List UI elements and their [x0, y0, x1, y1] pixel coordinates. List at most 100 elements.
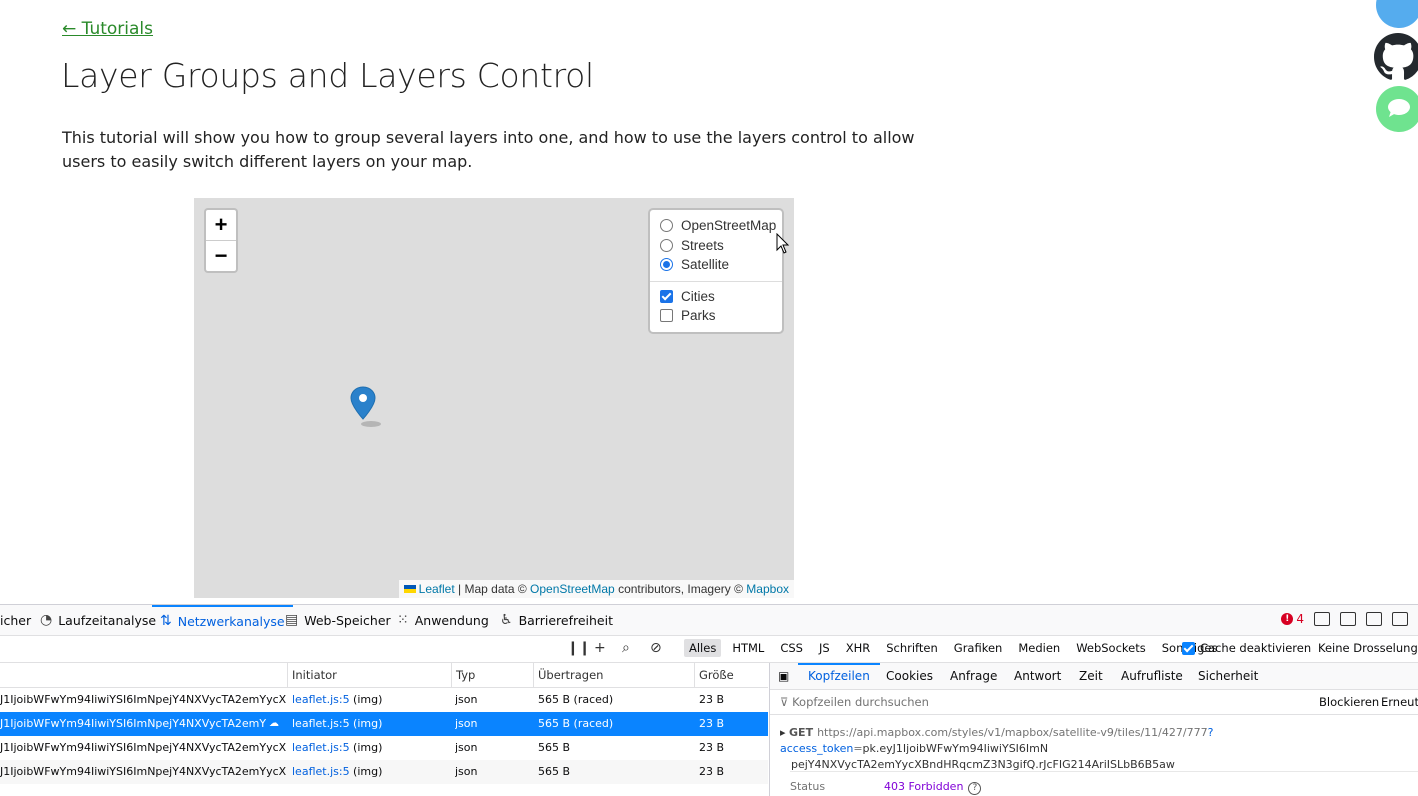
- radio-streets[interactable]: [660, 238, 673, 252]
- help-icon[interactable]: ?: [968, 782, 982, 795]
- tab-headers[interactable]: Kopfzeilen: [798, 663, 880, 691]
- filter-css[interactable]: CSS: [775, 639, 808, 657]
- filter-xhr[interactable]: XHR: [841, 639, 876, 657]
- tab-security[interactable]: Sicherheit: [1198, 663, 1258, 689]
- ruler-icon[interactable]: [1366, 612, 1382, 626]
- cell-size: 23 B: [699, 717, 725, 730]
- intro-paragraph: This tutorial will show you how to group…: [62, 128, 915, 171]
- pause-icon[interactable]: ❙❙: [567, 640, 590, 656]
- base-layer-satellite[interactable]: Satellite: [650, 255, 782, 275]
- grid-icon: ⁙: [397, 612, 409, 628]
- overlay-cities[interactable]: Cities: [650, 287, 782, 307]
- checkbox-cities[interactable]: [660, 289, 673, 303]
- disable-cache-checkbox[interactable]: [1182, 641, 1195, 655]
- add-icon[interactable]: +: [594, 640, 606, 656]
- cell-file: J1IjoibWFwYm94IiwiYSI6ImNpejY4NXVycTA2em…: [0, 693, 286, 706]
- layer-label: OpenStreetMap: [681, 218, 777, 234]
- toggle-sidebar-icon[interactable]: ▣: [778, 663, 789, 689]
- request-details-panel: ▣ Kopfzeilen Cookies Anfrage Antwort Zei…: [769, 663, 1418, 796]
- twitter-icon[interactable]: [1376, 0, 1418, 28]
- disable-cache-toggle[interactable]: Cache deaktivieren: [1182, 641, 1311, 655]
- initiator-link[interactable]: leaflet.js:5: [292, 717, 350, 730]
- tab-timings[interactable]: Zeit: [1079, 663, 1103, 689]
- table-row[interactable]: J1IjoibWFwYm94IiwiYSI6ImNpejY4NXVycTA2em…: [0, 688, 768, 712]
- table-row[interactable]: J1IjoibWFwYm94IiwiYSI6ImNpejY4NXVycTA2em…: [0, 736, 768, 760]
- initiator-link[interactable]: leaflet.js:5: [292, 741, 350, 754]
- column-transferred[interactable]: Übertragen: [533, 663, 694, 687]
- tab-web-speicher[interactable]: ▤ Web-Speicher: [285, 605, 391, 635]
- filter-images[interactable]: Grafiken: [949, 639, 1008, 657]
- accessibility-icon: ♿: [500, 612, 513, 628]
- cell-size: 23 B: [699, 765, 725, 778]
- request-url: https://api.mapbox.com/styles/v1/mapbox/…: [817, 726, 1208, 739]
- clear-icon[interactable]: ⊘: [650, 640, 662, 656]
- leaflet-map[interactable]: + − OpenStreetMap Streets Satellite Citi…: [194, 198, 794, 598]
- initiator-link[interactable]: leaflet.js:5: [292, 693, 350, 706]
- filter-websockets[interactable]: WebSockets: [1071, 639, 1151, 657]
- layer-label: Parks: [681, 308, 716, 324]
- base-layer-openstreetmap[interactable]: OpenStreetMap: [650, 216, 782, 236]
- status-code: 403 Forbidden: [884, 780, 964, 793]
- tab-response[interactable]: Antwort: [1014, 663, 1061, 689]
- column-size[interactable]: Größe: [694, 663, 768, 687]
- expand-arrow-icon[interactable]: ▸: [780, 726, 789, 739]
- headers-filter-input[interactable]: ⊽ Kopfzeilen durchsuchen: [780, 695, 929, 709]
- tab-netzwerkanalyse[interactable]: ⇅ Netzwerkanalyse: [152, 605, 293, 635]
- base-layer-streets[interactable]: Streets: [650, 236, 782, 256]
- network-toolbar: ❙❙ + ⌕ ⊘ Alles HTML CSS JS XHR Schriften…: [0, 636, 1418, 663]
- filter-html[interactable]: HTML: [727, 639, 769, 657]
- tab-stack-trace[interactable]: Aufrufliste: [1121, 663, 1183, 689]
- map-marker-icon[interactable]: [349, 386, 389, 430]
- request-table-header: Initiator Typ Übertragen Größe: [0, 663, 768, 688]
- cell-initiator: leaflet.js:5 (img): [292, 712, 450, 736]
- pick-element-icon[interactable]: [1340, 612, 1356, 626]
- request-method: GET: [789, 726, 814, 739]
- cell-size: 23 B: [699, 741, 725, 754]
- tab-speicher[interactable]: icher: [0, 605, 31, 635]
- cell-initiator: leaflet.js:5 (img): [292, 736, 450, 760]
- table-row[interactable]: J1IjoibWFwYm94IiwiYSI6ImNpejY4NXVycTA2em…: [0, 760, 768, 784]
- filter-all[interactable]: Alles: [684, 639, 722, 657]
- zoom-in-button[interactable]: +: [206, 210, 236, 241]
- devtools-right-toolbar: ! 4: [1281, 612, 1418, 626]
- radio-satellite[interactable]: [660, 258, 673, 272]
- tab-barrierefreiheit[interactable]: ♿ Barrierefreiheit: [500, 605, 613, 635]
- leaflet-link[interactable]: Leaflet: [419, 582, 455, 596]
- back-to-tutorials-link[interactable]: ← Tutorials: [62, 19, 153, 39]
- cell-file: J1IjoibWFwYm94IiwiYSI6ImNpejY4NXVycTA2em…: [0, 741, 286, 754]
- column-type[interactable]: Typ: [451, 663, 533, 687]
- error-counter[interactable]: ! 4: [1281, 612, 1304, 626]
- query-eq: =: [853, 742, 863, 755]
- cell-type: json: [455, 693, 478, 706]
- tab-anwendung[interactable]: ⁙ Anwendung: [397, 605, 489, 635]
- checkbox-parks[interactable]: [660, 309, 673, 323]
- resend-button[interactable]: Erneut: [1381, 695, 1418, 709]
- tab-label: icher: [0, 612, 32, 628]
- tab-laufzeitanalyse[interactable]: ◔ Laufzeitanalyse: [40, 605, 156, 635]
- radio-openstreetmap[interactable]: [660, 219, 673, 233]
- initiator-type: (img): [349, 717, 383, 730]
- tab-cookies[interactable]: Cookies: [886, 663, 933, 689]
- responsive-design-icon[interactable]: [1314, 612, 1330, 626]
- search-icon[interactable]: ⌕: [622, 640, 630, 656]
- overlay-parks[interactable]: Parks: [650, 306, 782, 326]
- column-initiator[interactable]: Initiator: [287, 663, 451, 687]
- initiator-link[interactable]: leaflet.js:5: [292, 765, 350, 778]
- zoom-out-button[interactable]: −: [206, 241, 236, 271]
- openstreetmap-link[interactable]: OpenStreetMap: [530, 582, 615, 596]
- filter-js[interactable]: JS: [814, 639, 835, 657]
- block-button[interactable]: Blockieren: [1319, 695, 1379, 709]
- table-row-selected[interactable]: J1IjoibWFwYm94IiwiYSI6ImNpejY4NXVycTA2em…: [0, 712, 768, 736]
- throttle-select[interactable]: Keine Drosselung: [1318, 641, 1418, 655]
- gauge-icon: ◔: [40, 612, 53, 628]
- cell-transferred: 565 B: [538, 765, 571, 778]
- dock-side-icon[interactable]: [1392, 612, 1408, 626]
- filter-fonts[interactable]: Schriften: [881, 639, 943, 657]
- chat-icon[interactable]: [1376, 86, 1418, 132]
- tab-request[interactable]: Anfrage: [950, 663, 997, 689]
- github-icon[interactable]: [1374, 33, 1418, 81]
- filter-media[interactable]: Medien: [1013, 639, 1065, 657]
- initiator-type: (img): [349, 741, 383, 754]
- error-count: 4: [1296, 612, 1304, 626]
- mapbox-link[interactable]: Mapbox: [746, 582, 789, 596]
